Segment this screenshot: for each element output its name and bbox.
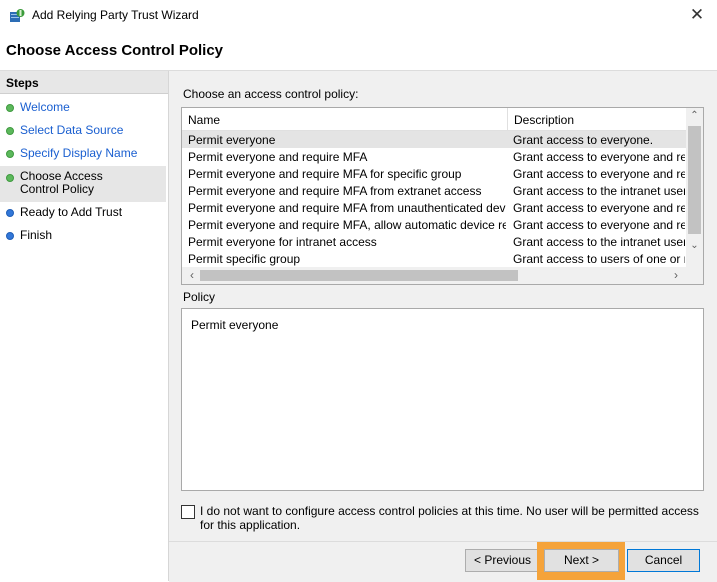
- steps-heading: Steps: [0, 71, 168, 94]
- page-header: Choose Access Control Policy: [0, 32, 717, 71]
- steps-sidebar: Steps Welcome Select Data Source Specify…: [0, 71, 169, 581]
- table-row[interactable]: Permit everyone and require MFA for spec…: [182, 165, 686, 182]
- row-description: Grant access to everyone and requir: [513, 167, 685, 181]
- column-divider[interactable]: [507, 108, 508, 130]
- row-description: Grant access to everyone.: [513, 133, 654, 147]
- row-description: Grant access to the intranet users ar: [513, 184, 685, 198]
- row-name: Permit everyone and require MFA from ext…: [188, 184, 482, 198]
- policy-label: Policy: [183, 290, 216, 304]
- title-bar: Add Relying Party Trust Wizard ✕: [0, 0, 717, 32]
- complete-status-icon: [6, 127, 14, 135]
- row-name: Permit everyone and require MFA for spec…: [188, 167, 462, 181]
- vertical-scroll-thumb[interactable]: [688, 126, 701, 234]
- cancel-button[interactable]: Cancel: [627, 549, 700, 572]
- button-bar: < Previous Next > Cancel: [169, 541, 717, 582]
- step-label: Select Data Source: [20, 123, 124, 137]
- steps-heading-label: Steps: [6, 76, 39, 90]
- complete-status-icon: [6, 150, 14, 158]
- policy-list[interactable]: Name Description Permit everyone Grant a…: [181, 107, 704, 285]
- table-row[interactable]: Permit everyone and require MFA, allow a…: [182, 216, 686, 233]
- policy-text: Permit everyone: [191, 318, 279, 332]
- complete-status-icon: [6, 104, 14, 112]
- page-title: Choose Access Control Policy: [6, 42, 224, 59]
- scroll-right-icon[interactable]: ›: [669, 268, 683, 282]
- horizontal-scrollbar[interactable]: ‹ ›: [182, 267, 686, 284]
- column-header-description[interactable]: Description: [514, 113, 574, 127]
- row-name: Permit everyone and require MFA from una…: [188, 201, 506, 215]
- step-label: Choose Access Control Policy: [20, 169, 103, 196]
- pending-status-icon: [6, 232, 14, 240]
- window-title: Add Relying Party Trust Wizard: [32, 8, 199, 22]
- step-select-data-source[interactable]: Select Data Source: [0, 123, 166, 139]
- table-row[interactable]: Permit everyone and require MFA from ext…: [182, 182, 686, 199]
- step-choose-access-control-policy: Choose Access Control Policy: [0, 166, 166, 202]
- step-finish: Finish: [0, 228, 166, 244]
- choose-policy-label: Choose an access control policy:: [183, 87, 359, 101]
- table-row[interactable]: Permit everyone and require MFA from una…: [182, 199, 686, 216]
- row-name: Permit everyone for intranet access: [188, 235, 377, 249]
- row-description: Grant access to everyone and requir: [513, 201, 685, 215]
- scroll-up-icon[interactable]: ⌃: [686, 110, 703, 124]
- step-label: Ready to Add Trust: [20, 205, 123, 219]
- row-name: Permit everyone and require MFA: [188, 150, 368, 164]
- vertical-scrollbar[interactable]: ⌃ ⌄: [686, 108, 703, 267]
- table-row[interactable]: Permit everyone Grant access to everyone…: [182, 131, 686, 148]
- complete-status-icon: [6, 174, 14, 182]
- next-button[interactable]: Next >: [544, 549, 619, 572]
- server-trust-icon: [10, 9, 25, 22]
- pending-status-icon: [6, 209, 14, 217]
- list-header: Name Description: [182, 108, 686, 131]
- step-ready-to-add-trust: Ready to Add Trust: [0, 205, 166, 221]
- table-row[interactable]: Permit everyone for intranet access Gran…: [182, 233, 686, 250]
- policy-details-box: Permit everyone: [181, 308, 704, 491]
- close-button[interactable]: ✕: [685, 4, 709, 28]
- row-name: Permit specific group: [188, 252, 301, 266]
- column-header-name[interactable]: Name: [188, 113, 220, 127]
- row-description: Grant access to the intranet users.: [513, 235, 685, 249]
- row-description: Grant access to everyone and requir: [513, 150, 685, 164]
- step-label: Welcome: [20, 100, 70, 114]
- table-row[interactable]: Permit everyone and require MFA Grant ac…: [182, 148, 686, 165]
- table-row[interactable]: Permit specific group Grant access to us…: [182, 250, 686, 267]
- row-description: Grant access to users of one or more: [513, 252, 685, 266]
- horizontal-scroll-thumb[interactable]: [200, 270, 518, 281]
- step-label: Finish: [20, 228, 53, 242]
- step-specify-display-name[interactable]: Specify Display Name: [0, 146, 166, 162]
- main-panel: Choose an access control policy: Name De…: [169, 71, 717, 541]
- row-name: Permit everyone and require MFA, allow a…: [188, 218, 506, 232]
- scrollbar-corner: [686, 267, 703, 284]
- step-welcome[interactable]: Welcome: [0, 100, 166, 116]
- row-name: Permit everyone: [188, 133, 276, 147]
- step-label: Specify Display Name: [20, 146, 138, 160]
- previous-button[interactable]: < Previous: [465, 549, 540, 572]
- row-description: Grant access to everyone and requir: [513, 218, 685, 232]
- optout-label[interactable]: I do not want to configure access contro…: [200, 504, 700, 532]
- optout-checkbox[interactable]: [181, 505, 195, 519]
- scroll-left-icon[interactable]: ‹: [185, 268, 199, 282]
- scroll-down-icon[interactable]: ⌄: [686, 240, 703, 254]
